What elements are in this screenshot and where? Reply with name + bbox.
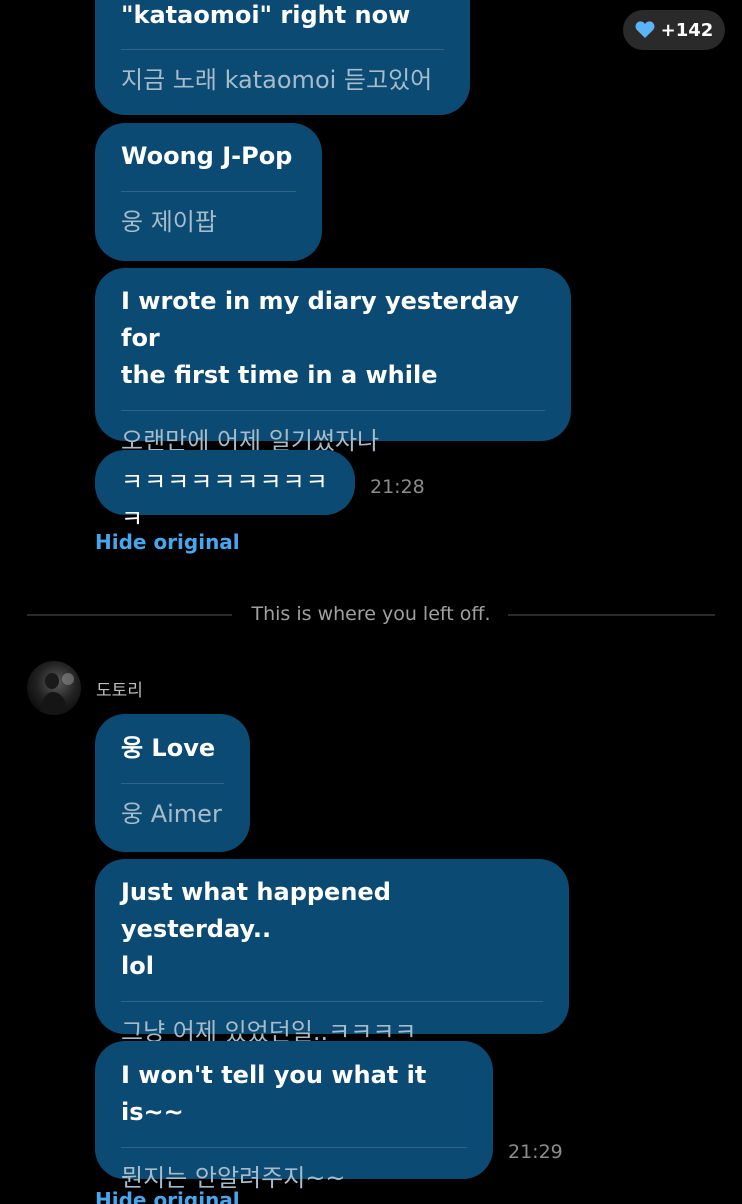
sender-name: 도토리: [96, 681, 143, 701]
message-bubble-wont-tell[interactable]: I won't tell you what it is~~ 뭔지는 안알려주지~…: [95, 1041, 493, 1192]
translation-divider: [121, 49, 444, 50]
message-bubble-yesterday[interactable]: Just what happened yesterday.. lol 그냥 어제…: [95, 859, 569, 1046]
message-bubble-kataomoi[interactable]: "kataomoi" right now 지금 노래 kataomoi 듣고있어: [95, 0, 470, 115]
hide-original-link-bottom[interactable]: Hide original: [95, 1190, 255, 1204]
message-translation-text: 웅 Aimer: [121, 800, 222, 828]
translation-divider: [121, 783, 224, 784]
left-off-divider-label: This is where you left off.: [251, 603, 491, 625]
message-timestamp: 21:28: [370, 476, 425, 498]
message-original-line: I wrote in my diary yesterday for: [121, 287, 520, 352]
message-original-text: "kataomoi" right now: [121, 1, 411, 29]
message-bubble-diary[interactable]: I wrote in my diary yesterday for the fi…: [95, 268, 571, 455]
message-original-text: 웅 Love: [121, 734, 216, 762]
person-silhouette-icon: [39, 673, 74, 715]
translation-divider: [121, 191, 296, 192]
message-original-line: lol: [121, 952, 154, 980]
message-bubble-woong-jpop[interactable]: Woong J-Pop 웅 제이팝: [95, 123, 322, 261]
message-original-line: the first time in a while: [121, 361, 438, 389]
avatar[interactable]: [27, 661, 81, 715]
message-original-line: Just what happened yesterday..: [121, 878, 391, 943]
message-original-text: I won't tell you what it is~~: [121, 1061, 427, 1126]
message-translation-text: 웅 제이팝: [121, 208, 217, 236]
translation-divider: [121, 410, 545, 411]
message-bubble-laughter[interactable]: ㅋㅋㅋㅋㅋㅋㅋㅋㅋㅋ: [95, 450, 355, 533]
heart-icon: [635, 21, 655, 38]
hide-original-link[interactable]: Hide original: [95, 530, 240, 554]
message-original-text: ㅋㅋㅋㅋㅋㅋㅋㅋㅋㅋ: [121, 468, 329, 533]
message-translation-text: 지금 노래 kataomoi 듣고있어: [121, 66, 433, 94]
translation-divider: [121, 1001, 543, 1002]
reaction-count: +142: [660, 19, 714, 41]
translation-divider: [121, 1147, 467, 1148]
reaction-badge[interactable]: +142: [623, 10, 725, 50]
message-original-text: Woong J-Pop: [121, 142, 293, 170]
message-timestamp: 21:29: [508, 1141, 563, 1163]
message-bubble-love[interactable]: 웅 Love 웅 Aimer: [95, 714, 250, 852]
